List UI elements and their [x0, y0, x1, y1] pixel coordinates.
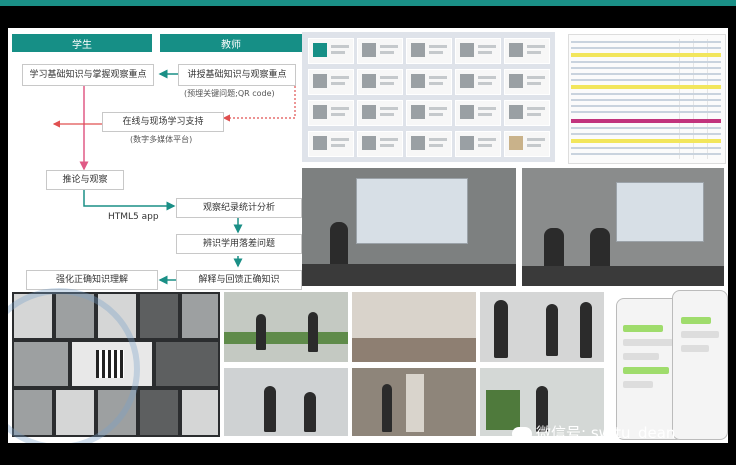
thumbnail — [357, 100, 403, 126]
step-teacher-explain: 解释与回馈正确知识 — [176, 270, 302, 290]
field-photo — [352, 368, 476, 436]
step-student-learn: 学习基础知识与掌握观察重点 — [22, 64, 154, 86]
thumbnail — [308, 100, 354, 126]
field-photo — [352, 292, 476, 362]
slide: 学生 教师 学习基础知识与掌握观察重点 讲授基础知识与观察重点 (预埋关键问题;… — [8, 28, 728, 443]
step-teacher-teach: 讲授基础知识与观察重点 — [178, 64, 296, 86]
thumbnail — [455, 38, 501, 64]
presenter — [544, 228, 564, 268]
app-label: HTML5 app — [108, 212, 159, 222]
wechat-id-text: 微信号: swjtu_dean — [536, 424, 676, 442]
classroom-photo-right — [522, 168, 724, 286]
step-teacher-record: 观察纪录统计分析 — [176, 198, 302, 218]
step-student-reinforce: 强化正确知识理解 — [26, 270, 158, 290]
field-photo — [224, 292, 348, 362]
thumbnail — [308, 69, 354, 95]
thumbnail — [504, 38, 550, 64]
platform-note: (数字多媒体平台) — [130, 135, 193, 144]
thumbnail — [504, 69, 550, 95]
projector-screen — [616, 182, 704, 242]
field-photo — [480, 292, 604, 362]
thumbnail — [357, 38, 403, 64]
thumbnail — [455, 131, 501, 157]
presenter — [590, 228, 610, 268]
thumbnail — [406, 100, 452, 126]
teacher-note: (预埋关键问题;QR code) — [184, 89, 275, 98]
step-teacher-identify: 辨识学用落差问题 — [176, 234, 302, 254]
thumbnail — [504, 100, 550, 126]
thumbnail — [308, 38, 354, 64]
thumbnail — [406, 38, 452, 64]
wechat-watermark: 微信号: swjtu_dean — [512, 422, 675, 443]
learning-flowchart: 学生 教师 学习基础知识与掌握观察重点 讲授基础知识与观察重点 (预埋关键问题;… — [12, 34, 302, 290]
top-accent-bar — [0, 0, 736, 6]
step-online-support: 在线与现场学习支持 — [102, 112, 224, 132]
data-spreadsheet — [568, 34, 726, 164]
thumbnail — [406, 69, 452, 95]
field-photo — [224, 368, 348, 436]
step-student-observe: 推论与观察 — [46, 170, 124, 190]
presenter — [330, 222, 348, 268]
thumbnail — [455, 100, 501, 126]
thumbnail — [406, 131, 452, 157]
projector-screen — [356, 178, 468, 244]
thumbnail — [504, 131, 550, 157]
slide-thumbnail-grid — [302, 32, 555, 162]
screenshot-frame: 学生 教师 学习基础知识与掌握观察重点 讲授基础知识与观察重点 (预埋关键问题;… — [0, 0, 736, 465]
thumbnail — [455, 69, 501, 95]
classroom-photo-left — [302, 168, 516, 286]
phone-screenshot — [672, 290, 728, 440]
thumbnail — [357, 131, 403, 157]
thumbnail — [308, 131, 354, 157]
thumbnail — [357, 69, 403, 95]
wechat-icon — [512, 426, 532, 441]
